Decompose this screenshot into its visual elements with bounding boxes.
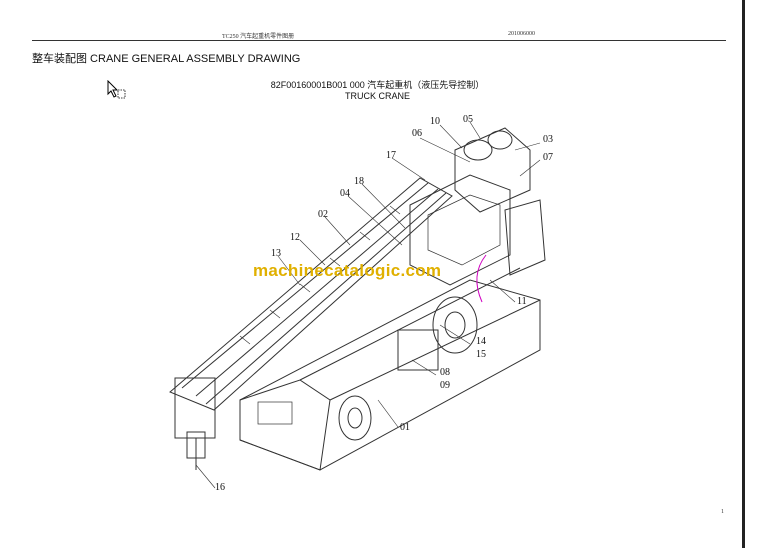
arrow-pointer-icon [106,79,128,107]
callout-11: 11 [517,296,527,307]
rear-deck [504,199,546,276]
carrier-body [239,279,541,471]
callout-10: 10 [430,116,440,127]
front-wheel [338,395,372,441]
page-number: 1 [721,509,724,515]
callout-08: 08 [440,367,450,378]
callout-15: 15 [476,349,486,360]
cab-window [257,401,293,425]
callout-09: 09 [440,380,450,391]
winch-drum [463,139,493,161]
leader-lines [195,121,541,489]
callout-17: 17 [386,150,396,161]
callout-01: 01 [400,422,410,433]
callout-12: 12 [290,232,300,243]
callout-04: 04 [340,188,350,199]
annotation-arc [476,254,487,303]
callout-14: 14 [476,336,486,347]
watermark-text: machinecatalogic.com [253,261,442,280]
callout-03: 03 [543,134,553,145]
callout-07: 07 [543,152,553,163]
callout-02: 02 [318,209,328,220]
callout-05: 05 [463,114,473,125]
callout-06: 06 [412,128,422,139]
callout-18: 18 [354,176,364,187]
callout-13: 13 [271,248,281,259]
winch-counterweight [454,127,531,213]
callout-16: 16 [215,482,225,493]
rear-wheel [432,296,478,354]
